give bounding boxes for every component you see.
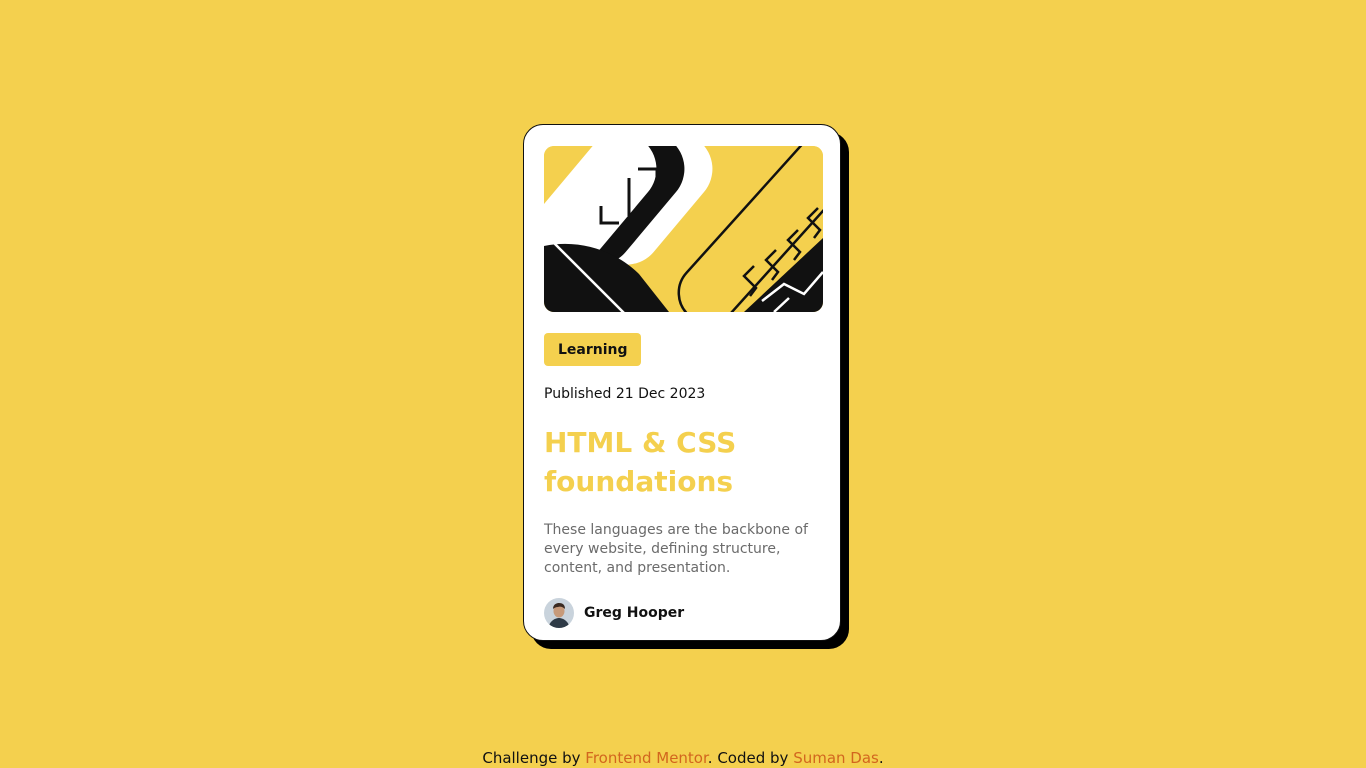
attribution-prefix: Challenge by <box>482 749 586 767</box>
author: Greg Hooper <box>544 598 684 628</box>
attribution: Challenge by Frontend Mentor. Coded by S… <box>0 749 1366 767</box>
attribution-middle: . Coded by <box>707 749 794 767</box>
blog-preview-card: Learning Published 21 Dec 2023 HTML & CS… <box>523 124 841 641</box>
card-title[interactable]: HTML & CSS foundations <box>544 423 824 501</box>
published-date: Published 21 Dec 2023 <box>544 386 706 402</box>
card-description: These languages are the backbone of ever… <box>544 522 808 576</box>
coder-link[interactable]: Suman Das <box>793 749 879 767</box>
avatar <box>544 598 574 628</box>
attribution-suffix: . <box>878 749 884 767</box>
category-tag: Learning <box>544 333 641 366</box>
frontend-mentor-link[interactable]: Frontend Mentor <box>585 749 708 767</box>
illustration-article <box>544 146 823 312</box>
author-name: Greg Hooper <box>584 605 685 621</box>
